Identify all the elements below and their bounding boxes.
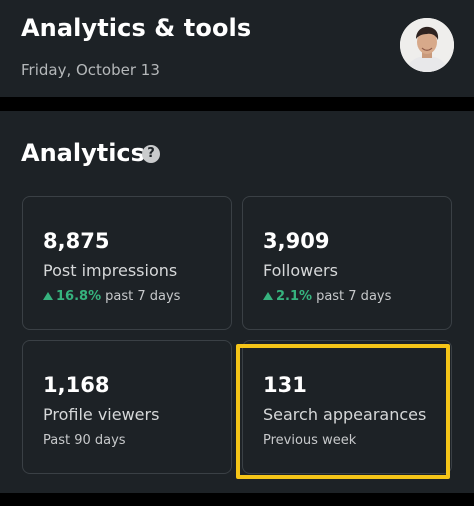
card-post-impressions[interactable]: 8,875 Post impressions 16.8% past 7 days — [22, 196, 232, 330]
card-profile-viewers[interactable]: 1,168 Profile viewers Past 90 days — [22, 340, 232, 474]
metric-value: 3,909 — [263, 229, 330, 253]
section-title: Analytics — [21, 139, 145, 167]
help-icon[interactable]: ? — [142, 145, 160, 163]
metric-period: Past 90 days — [43, 433, 126, 448]
metric-trend: 16.8% past 7 days — [43, 289, 180, 304]
trend-up-icon — [263, 292, 273, 300]
date-label: Friday, October 13 — [21, 61, 160, 79]
trend-period: past 7 days — [105, 289, 181, 304]
metric-period: Previous week — [263, 433, 357, 448]
page-title: Analytics & tools — [21, 14, 252, 42]
card-followers[interactable]: 3,909 Followers 2.1% past 7 days — [242, 196, 452, 330]
metric-trend: 2.1% past 7 days — [263, 289, 391, 304]
metric-value: 8,875 — [43, 229, 110, 253]
top-header: Analytics & tools Friday, October 13 — [0, 0, 474, 97]
trend-percent: 2.1% — [276, 289, 313, 304]
metric-label: Post impressions — [43, 261, 178, 280]
metric-value: 1,168 — [43, 373, 110, 397]
avatar[interactable] — [400, 18, 454, 72]
metric-label: Search appearances — [263, 405, 427, 424]
metric-label: Profile viewers — [43, 405, 160, 424]
card-search-appearances[interactable]: 131 Search appearances Previous week — [242, 340, 452, 474]
trend-up-icon — [43, 292, 53, 300]
metric-value: 131 — [263, 373, 307, 397]
trend-percent: 16.8% — [56, 289, 102, 304]
avatar-photo — [400, 18, 454, 72]
metric-label: Followers — [263, 261, 338, 280]
trend-period: past 7 days — [316, 289, 392, 304]
analytics-section: Analytics ? 8,875 Post impressions 16.8%… — [0, 111, 474, 493]
